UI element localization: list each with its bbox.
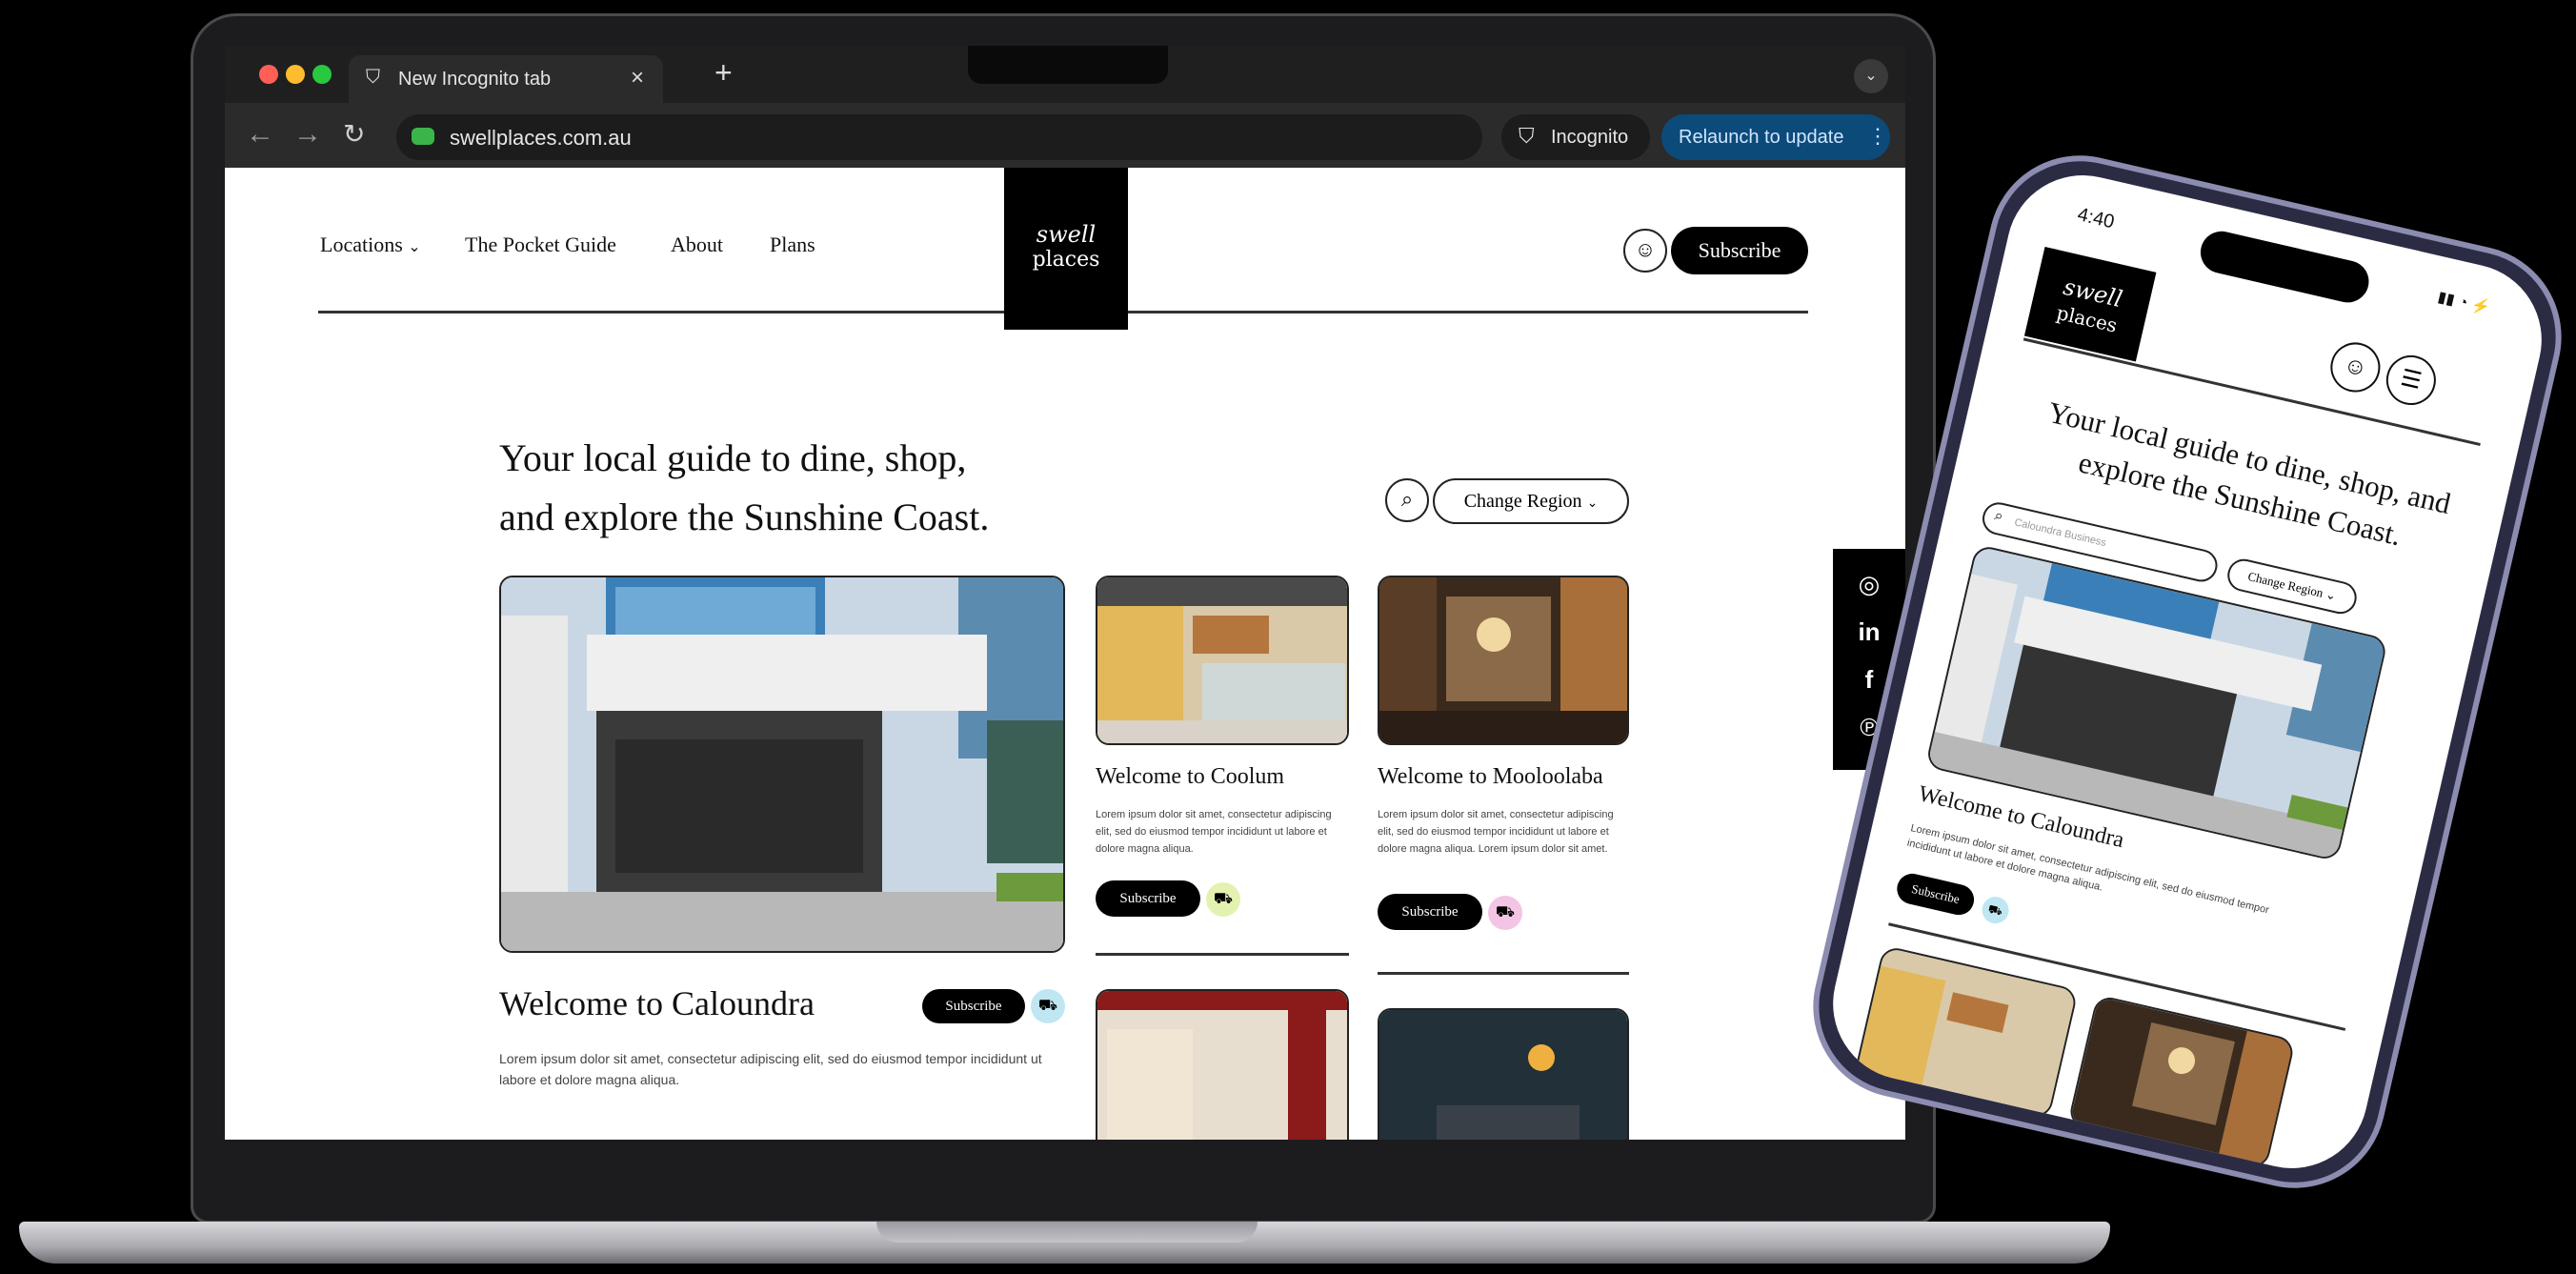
next-card-photo-2[interactable] xyxy=(1378,1008,1629,1140)
nav-locations[interactable]: Locations ⌄ xyxy=(320,233,421,257)
mooloolaba-title: Welcome to Mooloolaba xyxy=(1378,764,1603,789)
phone-coolum-image xyxy=(1855,947,2079,1121)
phone-mooloolaba-image xyxy=(2068,996,2296,1170)
mooloolaba-image xyxy=(1379,577,1627,743)
status-icons: ▮▮ ◔ ⚡ xyxy=(2436,289,2492,317)
coolum-region-badge-icon: ⛟ xyxy=(1206,882,1240,917)
back-icon[interactable]: ← xyxy=(246,118,274,151)
caloundra-title: Welcome to Caloundra xyxy=(499,984,815,1022)
browser-tab[interactable]: ⛉ New Incognito tab × xyxy=(349,55,663,103)
tab-title: New Incognito tab xyxy=(398,69,552,90)
phone-account-icon[interactable]: ☺ xyxy=(2325,337,2385,397)
phone-coolum-photo[interactable] xyxy=(1853,944,2079,1121)
hero-heading: Your local guide to dine, shop, and expl… xyxy=(499,436,990,538)
phone-mooloolaba-photo[interactable] xyxy=(2066,994,2296,1170)
phone-subscribe-button[interactable]: Subscribe xyxy=(1894,870,1978,919)
next-card-image-1 xyxy=(1097,991,1347,1140)
coolum-subscribe-button[interactable]: Subscribe xyxy=(1096,880,1200,917)
nav-plans[interactable]: Plans xyxy=(770,233,815,257)
next-card-photo-1[interactable] xyxy=(1096,989,1349,1140)
forward-icon[interactable]: → xyxy=(293,118,322,151)
search-icon[interactable]: ⌕ xyxy=(1385,478,1429,522)
nav-about[interactable]: About xyxy=(671,233,723,257)
mooloolaba-subscribe-button[interactable]: Subscribe xyxy=(1378,894,1482,930)
dynamic-island xyxy=(2196,227,2373,307)
next-card-image-2 xyxy=(1379,1010,1627,1140)
phone-search-icon: ⌕ xyxy=(1992,507,2005,526)
caloundra-subscribe-button[interactable]: Subscribe xyxy=(922,989,1025,1023)
laptop-screen: ⛉ New Incognito tab × + ⌄ ← → ↻ swellpla… xyxy=(225,46,1905,1140)
mooloolaba-photo[interactable] xyxy=(1378,576,1629,745)
mooloolaba-divider xyxy=(1378,972,1629,975)
header-subscribe-button[interactable]: Subscribe xyxy=(1671,227,1808,274)
change-region-button[interactable]: Change Region ⌄ xyxy=(1433,478,1629,524)
caloundra-image xyxy=(501,577,1063,951)
mooloolaba-region-badge-icon: ⛟ xyxy=(1488,896,1522,930)
address-bar[interactable]: swellplaces.com.au xyxy=(396,114,1482,160)
camera-notch xyxy=(968,46,1168,84)
url-text: swellplaces.com.au xyxy=(450,126,632,150)
maximize-window-button[interactable] xyxy=(312,65,332,84)
phone-search-placeholder: Caloundra Business xyxy=(2013,516,2107,550)
relaunch-label: Relaunch to update xyxy=(1679,127,1844,148)
caloundra-photo[interactable] xyxy=(499,576,1065,953)
account-icon[interactable]: ☺ xyxy=(1623,229,1667,273)
instagram-icon[interactable]: ◎ xyxy=(1833,570,1905,599)
relaunch-button[interactable]: Relaunch to update ⋮ xyxy=(1661,114,1890,160)
coolum-divider xyxy=(1096,953,1349,956)
reload-icon[interactable]: ↻ xyxy=(343,118,365,150)
more-options-icon[interactable]: ⋮ xyxy=(1867,124,1888,149)
coolum-image xyxy=(1097,577,1347,743)
caloundra-region-badge-icon: ⛟ xyxy=(1031,989,1065,1023)
laptop-hinge-notch xyxy=(876,1222,1258,1243)
incognito-icon: ⛉ xyxy=(1519,124,1535,148)
site-info-icon[interactable] xyxy=(412,128,434,145)
status-time: 4:40 xyxy=(2075,204,2117,233)
phone-region-badge-icon: ⛟ xyxy=(1979,894,2012,926)
caloundra-text: Lorem ipsum dolor sit amet, consectetur … xyxy=(499,1051,1042,1087)
coolum-title: Welcome to Coolum xyxy=(1096,764,1285,789)
site-logo[interactable]: swell places xyxy=(1004,168,1128,330)
incognito-icon: ⛉ xyxy=(366,67,380,88)
minimize-window-button[interactable] xyxy=(286,65,305,84)
coolum-text: Lorem ipsum dolor sit amet, consectetur … xyxy=(1096,809,1332,855)
incognito-label: Incognito xyxy=(1551,127,1629,148)
new-tab-button[interactable]: + xyxy=(714,55,733,91)
mooloolaba-text: Lorem ipsum dolor sit amet, consectetur … xyxy=(1378,809,1614,855)
hamburger-menu-icon[interactable]: ☰ xyxy=(2381,350,2442,411)
incognito-badge[interactable]: ⛉ Incognito xyxy=(1501,114,1650,160)
close-window-button[interactable] xyxy=(259,65,278,84)
coolum-photo[interactable] xyxy=(1096,576,1349,745)
close-tab-icon[interactable]: × xyxy=(631,65,644,91)
tab-search-button[interactable]: ⌄ xyxy=(1854,59,1888,93)
nav-pocket-guide[interactable]: The Pocket Guide xyxy=(465,233,616,257)
